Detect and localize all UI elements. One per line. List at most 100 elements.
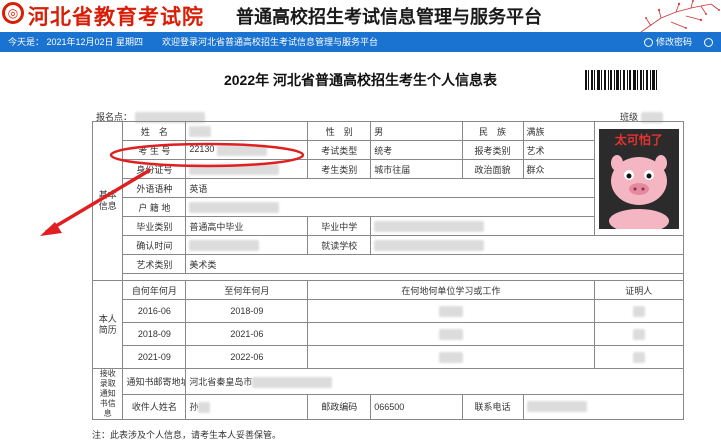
welcome-text: 欢迎登录河北省普通高校招生考试信息管理与服务平台 <box>162 37 379 47</box>
photo-caption: 太可怕了 <box>614 132 663 147</box>
examinee-category-label: 考生类别 <box>307 159 372 179</box>
art-category-label: 艺术类别 <box>122 254 187 274</box>
exam-type-value: 统考 <box>370 140 463 160</box>
info-table: 基本信息 姓 名 性 别 男 民 族 满族 太可怕了 考 生 号 22130 考… <box>91 121 685 423</box>
exam-type-label: 考试类型 <box>307 140 372 160</box>
resume-row-to: 2021-06 <box>185 322 309 346</box>
mail-address-prefix: 河北省秦皇岛市 <box>189 376 253 387</box>
phone-label: 联系电话 <box>461 393 524 420</box>
apply-category-label: 报考类别 <box>461 140 524 160</box>
change-password-link[interactable]: 修改密码 <box>644 32 692 52</box>
exit-link[interactable]: 退 <box>704 32 721 72</box>
redacted-confirm-time <box>189 239 260 251</box>
annotation-arrow-head <box>40 222 62 236</box>
key-icon <box>644 38 653 48</box>
mail-address-value: 河北省秦皇岛市 <box>185 368 684 395</box>
apply-category-value: 艺术 <box>522 140 595 160</box>
redacted-witness <box>632 305 645 317</box>
ethnicity-label: 民 族 <box>461 121 524 141</box>
redacted-witness <box>632 328 645 340</box>
footnote: 注：此表涉及个人信息，请考生本人妥善保管。 <box>92 430 282 440</box>
resume-row-place <box>307 322 595 346</box>
gender-label: 性 别 <box>307 121 372 141</box>
resume-row-place <box>307 299 595 323</box>
change-password-label: 修改密码 <box>656 37 693 47</box>
resume-row-from: 2021-09 <box>122 345 187 369</box>
postcode-label: 邮政编码 <box>307 393 372 420</box>
id-number-value <box>185 159 309 179</box>
household-value <box>185 197 595 217</box>
exam-number-label: 考 生 号 <box>122 140 187 160</box>
foreign-language-label: 外语语种 <box>122 178 187 198</box>
graduation-type-label: 毕业类别 <box>122 216 187 236</box>
redacted-phone <box>526 401 587 413</box>
mail-address-label: 通知书邮寄地址 <box>122 368 187 395</box>
exit-label: 退 <box>704 57 714 67</box>
platform-title: 普通高校招生考试信息管理与服务平台 <box>236 7 542 27</box>
resume-header-place: 在何地何单位学习或工作 <box>307 280 595 300</box>
basic-info-spacer <box>122 273 684 281</box>
resume-header-witness: 证明人 <box>593 280 685 300</box>
resume-row-witness <box>593 299 685 323</box>
redacted-recipient <box>198 402 211 414</box>
redacted-study-school <box>374 239 485 251</box>
name-label: 姓 名 <box>122 121 187 141</box>
redacted-place <box>438 305 463 317</box>
graduation-school-value <box>370 216 595 236</box>
redacted-place <box>438 328 463 340</box>
resume-header-from: 自何年何月 <box>122 280 187 300</box>
redacted-witness <box>632 351 645 363</box>
redacted-place <box>438 351 463 363</box>
barcode-icon <box>585 70 657 90</box>
photo-cell: 太可怕了 <box>593 121 685 236</box>
resume-row-witness <box>593 345 685 369</box>
exam-number-value: 22130 <box>185 140 309 160</box>
resume-row-to: 2022-06 <box>185 345 309 369</box>
mail-section-label: 接收录取通知书信息 <box>91 368 124 420</box>
resume-row-to: 2018-09 <box>185 299 309 323</box>
art-category-value: 美术类 <box>185 254 684 274</box>
graduation-school-label: 毕业中学 <box>307 216 372 236</box>
redacted-exam-number <box>216 144 267 156</box>
graduation-type-value: 普通高中毕业 <box>185 216 309 236</box>
study-school-label: 就读学校 <box>307 235 372 255</box>
phone-value <box>522 393 685 420</box>
resume-row-from: 2018-09 <box>122 322 187 346</box>
confirm-time-label: 确认时间 <box>122 235 187 255</box>
redacted-graduation-school <box>374 220 485 232</box>
resume-section-label: 本人简历 <box>91 280 124 369</box>
basic-info-section-label: 基本信息 <box>91 121 124 281</box>
recipient-value: 孙 <box>185 393 309 420</box>
redacted-name <box>189 125 212 137</box>
site-logo-text: 河北省教育考试院 <box>28 6 204 29</box>
redacted-mail-address <box>252 376 333 388</box>
power-icon <box>704 38 713 48</box>
resume-header-to: 至何年何月 <box>185 280 309 300</box>
recipient-label: 收件人姓名 <box>122 393 187 420</box>
resume-row-witness <box>593 322 685 346</box>
logo-icon: ◎ <box>2 2 24 24</box>
name-value <box>185 121 309 141</box>
study-school-value <box>370 235 684 255</box>
politics-label: 政治面貌 <box>461 159 524 179</box>
current-date: 今天是： 2021年12月02日 星期四 <box>8 37 144 47</box>
id-number-label: 身份证号 <box>122 159 187 179</box>
resume-row-place <box>307 345 595 369</box>
examinee-photo: 太可怕了 <box>598 128 679 229</box>
foreign-language-value: 英语 <box>185 178 595 198</box>
resume-row-from: 2016-06 <box>122 299 187 323</box>
redacted-id-number <box>189 163 280 175</box>
confirm-time-value <box>185 235 309 255</box>
postcode-value: 066500 <box>370 393 463 420</box>
exam-number-prefix: 22130 <box>189 144 215 155</box>
ethnicity-value: 满族 <box>522 121 595 141</box>
politics-value: 群众 <box>522 159 595 179</box>
top-navbar: 今天是： 2021年12月02日 星期四 欢迎登录河北省普通高校招生考试信息管理… <box>0 32 721 67</box>
recipient-prefix: 孙 <box>189 402 199 413</box>
redacted-household <box>189 201 280 213</box>
examinee-category-value: 城市往届 <box>370 159 463 179</box>
decorative-tree-icon <box>640 0 720 32</box>
household-label: 户 籍 地 <box>122 197 187 217</box>
gender-value: 男 <box>370 121 463 141</box>
site-header: ◎ 河北省教育考试院 普通高校招生考试信息管理与服务平台 <box>0 0 721 32</box>
